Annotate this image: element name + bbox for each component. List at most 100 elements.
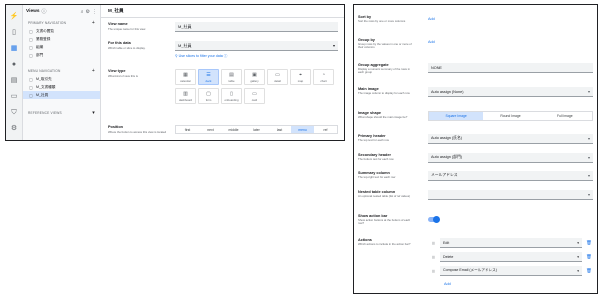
sort-add-button[interactable]: Add [428,15,593,21]
menu-nav-section: MENU NAVIGATION + [28,67,95,74]
view-type-onboarding[interactable]: ▯ onboarding [221,88,242,104]
position-ref[interactable]: ref [314,126,337,133]
view-type-gallery[interactable]: ▣ gallery [244,69,265,85]
position-first[interactable]: first [176,126,199,133]
position-next[interactable]: next [199,126,222,133]
info-icon: ⓘ [222,54,228,58]
view-type-detail[interactable]: ▭ detail [267,69,288,85]
shield-icon[interactable]: ⛉ [10,108,19,117]
summary-column-row: Summary column The top-right text for ea… [358,171,593,181]
gear-icon[interactable]: ⚙ [10,124,19,133]
view-type-form[interactable]: ▢ form [198,88,219,104]
image-shape-full[interactable]: Full image [538,112,592,120]
delete-icon[interactable]: 🗑 [585,254,593,260]
view-item[interactable]: ▢ 部門 [23,51,100,59]
chevron-down-icon: ▾ [332,43,335,48]
position-middle[interactable]: middle [222,126,245,133]
main-image-select[interactable]: Auto assign (None) ▾ [428,87,593,97]
summary-column-select[interactable]: メールアドレス ▾ [428,171,593,181]
help-icon[interactable]: ⓘ [42,8,47,15]
group-by-row: Group by Group rows by the values in one… [358,38,593,50]
position-later[interactable]: later [245,126,268,133]
for-data-select[interactable]: M_社員 ▾ [175,41,338,51]
drag-handle-icon[interactable]: ⠿ [432,255,440,260]
chevron-down-icon: ▾ [577,268,579,273]
actions-add-button[interactable]: Add [444,280,593,286]
view-icon: ▢ [29,44,33,50]
primary-header-select[interactable]: Auto assign (氏名) ▾ [428,134,593,144]
position-menu[interactable]: menu [291,126,314,133]
action-bar-toggle[interactable] [428,216,440,223]
view-item[interactable]: ▢ 組織 [23,43,100,51]
view-type-table[interactable]: ▤ table [221,69,242,85]
calendar-icon: ▦ [183,71,188,78]
nested-table-select[interactable]: ▾ [428,190,593,200]
grid-icon[interactable]: ▦ [10,44,19,53]
view-icon: ▢ [29,84,33,90]
action-bar-row: Show action bar Show action buttons at t… [358,214,593,226]
view-options-panel: Sort by Sort the rows by one or more col… [353,4,598,294]
view-type-row: View type What kind of view this is ▦ cal… [108,69,338,104]
view-type-deck[interactable]: ☰ deck [198,69,219,85]
views-header: Views ⓘ ⌕ ⚙ ⋮ [23,5,100,18]
view-item[interactable]: ▢ 文書の閲覧 [23,27,100,35]
app-rail: ⚡ ▯ ▦ ● ▤ ▭ ⛉ ⚙ ⓘ [6,5,23,140]
main-image-row: Main image The image column to display f… [358,87,593,97]
action-select[interactable]: Edit ▾ [440,238,582,248]
search-icon[interactable]: ⌕ [81,9,84,15]
form-icon: ▢ [206,90,211,97]
group-add-button[interactable]: Add [428,38,593,44]
view-icon: ▢ [29,52,33,58]
action-select[interactable]: Delete ▾ [440,252,582,262]
delete-icon[interactable]: 🗑 [585,240,593,246]
dashboard-icon: ▥ [183,90,188,97]
phone-icon[interactable]: ▯ [10,28,19,37]
actions-row: Actions Which actions to include in the … [358,238,593,286]
chevron-down-icon: ▾ [577,254,579,259]
view-type-card[interactable]: ▭ card [244,88,265,104]
card-icon: ▭ [252,90,257,97]
action-select[interactable]: Compose Email (メールアドレス) ▾ [440,266,582,276]
image-shape-round[interactable]: Round Image [483,112,537,120]
add-menu-view-button[interactable]: + [92,68,95,74]
drag-handle-icon[interactable]: ⠿ [432,269,440,274]
user-icon[interactable]: ● [10,60,19,69]
filter-link[interactable]: ⚲ Use slices to filter your data ⓘ [175,54,338,59]
group-aggregate-select[interactable]: NONE [428,63,593,73]
action-item: ⠿ Delete ▾ 🗑 [432,252,593,262]
add-primary-view-button[interactable]: + [92,20,95,26]
drag-handle-icon[interactable]: ⠿ [432,241,440,246]
view-item[interactable]: ▢ M_文書種類 [23,83,100,91]
sort-by-row: Sort by Sort the rows by one or more col… [358,15,593,23]
settings-icon[interactable]: ⚙ [86,9,90,15]
image-shape-row: Image shape What shape should the main i… [358,111,593,121]
deck-icon: ☰ [206,71,211,78]
view-type-map[interactable]: ⌖ map [290,69,311,85]
position-last[interactable]: last [268,126,291,133]
more-icon[interactable]: ⋮ [92,9,97,15]
image-shape-square[interactable]: Square Image [429,112,484,120]
bolt-icon[interactable]: ⚡ [10,12,19,21]
view-item[interactable]: ▢ M_取引先 [23,75,100,83]
view-settings: M_社員 View name The unique name for this … [101,5,344,140]
group-aggregate-row: Group aggregate Display a numeric summar… [358,63,593,75]
map-icon: ⌖ [299,71,302,78]
chart-icon[interactable]: ▤ [10,76,19,85]
views-title: Views [26,9,40,14]
view-item-selected[interactable]: ▢ M_社員 [23,91,100,99]
info-icon[interactable]: ⓘ [10,140,19,141]
detail-icon: ▭ [275,71,280,78]
chat-icon[interactable]: ▭ [10,92,19,101]
gallery-icon: ▣ [252,71,257,78]
view-type-chart[interactable]: ◔ chart [313,69,334,85]
delete-icon[interactable]: 🗑 [585,268,593,274]
view-type-calendar[interactable]: ▦ calendar [175,69,196,85]
chart-icon: ◔ [321,71,326,78]
view-icon: ▢ [29,76,33,82]
reference-views-section[interactable]: REFERENCE VIEWS ▾ [23,108,100,117]
view-name-input[interactable]: M_社員 [175,22,338,32]
view-type-dashboard[interactable]: ▥ dashboard [175,88,196,104]
view-item[interactable]: ▢ 業務登録 [23,35,100,43]
expand-icon[interactable]: ▾ [92,110,95,116]
secondary-header-select[interactable]: Auto assign (部門) ▾ [428,153,593,163]
